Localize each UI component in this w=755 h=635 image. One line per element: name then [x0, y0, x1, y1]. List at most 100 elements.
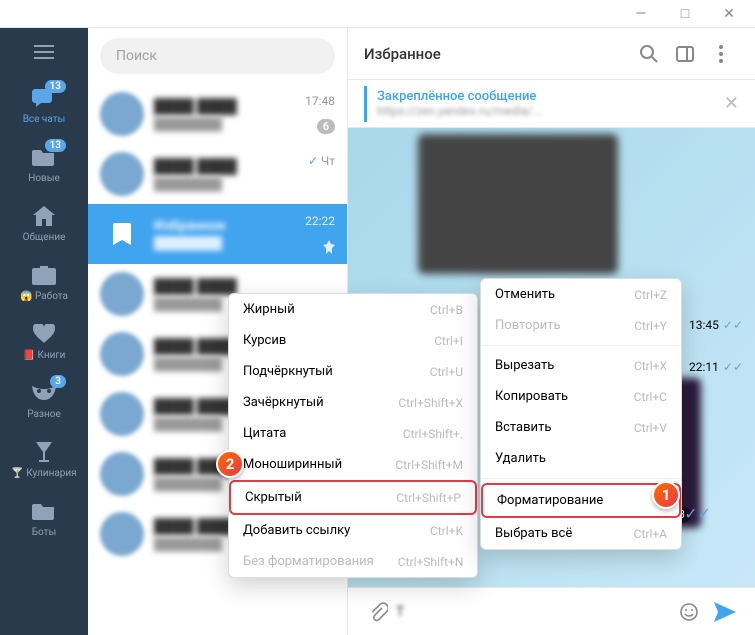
menu-item[interactable]: СкрытыйCtrl+Shift+P — [229, 480, 477, 515]
menu-item[interactable]: Форматирование› — [481, 483, 681, 518]
menu-shortcut: Ctrl+X — [634, 359, 667, 373]
nav-item-new[interactable]: Новые13 — [0, 135, 88, 194]
close-icon[interactable]: ✕ — [724, 93, 739, 114]
menu-item[interactable]: Подчёркнутый Ctrl+U — [229, 356, 477, 387]
format-context-menu: Жирный Ctrl+B Курсив Ctrl+I Подчёркнутый Ctrl… — [228, 293, 478, 578]
menu-label: Повторить — [495, 318, 561, 333]
menu-shortcut: Ctrl+Shift+X — [398, 396, 463, 410]
menu-item[interactable]: Выбрать всё Ctrl+A — [481, 518, 681, 549]
search-icon[interactable] — [631, 36, 667, 72]
nav-item-comm[interactable]: Общение — [0, 194, 88, 253]
nav-label: Разное — [27, 409, 61, 420]
home-icon — [30, 204, 58, 228]
more-icon[interactable] — [703, 36, 739, 72]
avatar — [100, 452, 144, 496]
menu-shortcut: Ctrl+I — [434, 334, 463, 348]
emoji-icon[interactable] — [671, 602, 707, 622]
nav-item-bots[interactable]: Боты — [0, 489, 88, 548]
menu-label: Удалить — [495, 451, 546, 466]
nav-item-misc[interactable]: Разное 3 — [0, 371, 88, 430]
avatar — [100, 392, 144, 436]
avatar — [100, 332, 144, 376]
nav-badge: 13 — [45, 80, 66, 93]
message-time: 13:45 — [689, 318, 719, 332]
main-context-menu: Отменить Ctrl+Z Повторить Ctrl+Y ВырезатьCtr… — [480, 278, 682, 550]
glass-icon — [30, 440, 58, 464]
menu-label: Зачёркнутый — [243, 395, 324, 410]
menu-shortcut: Ctrl+A — [634, 527, 667, 541]
menu-item[interactable]: МоноширинныйCtrl+Shift+M — [229, 449, 477, 480]
chat-preview: ████████ — [154, 117, 335, 131]
menu-shortcut: Ctrl+B — [430, 303, 463, 317]
chat-time: 17:48 — [305, 94, 335, 108]
send-button[interactable] — [707, 602, 743, 622]
menu-shortcut: Ctrl+Shift+N — [398, 555, 464, 569]
maximize-button[interactable]: □ — [663, 5, 707, 22]
menu-label: Подчёркнутый — [243, 364, 333, 379]
menu-item[interactable]: Добавить ссылкуCtrl+K — [229, 515, 477, 546]
heart-icon — [30, 322, 58, 346]
minimize-button[interactable]: — — [619, 6, 663, 22]
chat-item[interactable]: ████ ████████████✓ Чт — [88, 144, 347, 204]
read-checks-icon: ✓✓ — [723, 360, 743, 374]
pinned-message[interactable]: Закреплённое сообщение https://zen.yande… — [348, 80, 755, 128]
message-image[interactable] — [418, 134, 618, 274]
menu-item[interactable]: Зачёркнутый Ctrl+Shift+X — [229, 387, 477, 418]
menu-item[interactable]: Копировать Ctrl+C — [481, 381, 681, 412]
nav-label: Все чаты — [23, 114, 66, 125]
hamburger-menu[interactable] — [0, 28, 88, 76]
annotation-badge-2: 2 — [216, 450, 244, 478]
nav-badge: 13 — [45, 139, 66, 152]
nav-item-cook[interactable]: 🍸 Кулинария — [0, 430, 88, 489]
menu-item[interactable]: ВырезатьCtrl+X — [481, 350, 681, 381]
search-placeholder: Поиск — [116, 48, 157, 64]
nav-item-books[interactable]: 📕 Книги — [0, 312, 88, 371]
menu-label: Цитата — [243, 426, 286, 441]
menu-item[interactable]: Отменить Ctrl+Z — [481, 279, 681, 310]
menu-item: Повторить Ctrl+Y — [481, 310, 681, 341]
menu-label: Без форматирования — [243, 554, 374, 569]
nav-label: Общение — [23, 232, 66, 243]
menu-label: Форматирование — [497, 493, 603, 508]
search-input[interactable]: Поиск — [100, 38, 335, 74]
nav-label: 😱 Работа — [20, 291, 68, 302]
menu-shortcut: Ctrl+Z — [634, 288, 667, 302]
chat-item[interactable]: ████ ████████████17:486 — [88, 84, 347, 144]
avatar — [100, 152, 144, 196]
annotation-badge-1: 1 — [652, 481, 680, 509]
chat-title: Избранное — [364, 45, 631, 63]
chat-preview: ████████ — [154, 236, 335, 250]
close-button[interactable]: ✕ — [707, 6, 751, 22]
nav-badge: 3 — [50, 375, 66, 388]
menu-shortcut: Ctrl+Shift+M — [395, 458, 463, 472]
menu-label: Добавить ссылку — [243, 523, 350, 538]
menu-item[interactable]: ВставитьCtrl+V — [481, 412, 681, 443]
menu-shortcut: Ctrl+Y — [634, 319, 667, 333]
sidebar-nav: Все чаты13Новые13Общение😱 Работа📕 КнигиР… — [0, 28, 88, 635]
menu-label: Копировать — [495, 389, 568, 404]
menu-shortcut: Ctrl+U — [430, 365, 463, 379]
chat-time: ✓ Чт — [308, 154, 335, 168]
menu-label: Отменить — [495, 287, 555, 302]
menu-label: Выбрать всё — [495, 526, 572, 541]
unread-badge: 6 — [317, 119, 335, 134]
pinned-text: https://zen.yandex.ru/media/... — [377, 104, 724, 118]
message-input[interactable]: T — [396, 604, 671, 620]
menu-item[interactable]: Курсив Ctrl+I — [229, 325, 477, 356]
menu-shortcut: Ctrl+Shift+. — [403, 427, 463, 441]
avatar — [100, 92, 144, 136]
attach-icon[interactable] — [360, 602, 396, 622]
pin-icon — [323, 240, 335, 254]
folder-icon — [30, 499, 58, 523]
menu-label: Жирный — [243, 302, 295, 317]
menu-item[interactable]: Жирный Ctrl+B — [229, 294, 477, 325]
nav-item-all[interactable]: Все чаты 13 — [0, 76, 88, 135]
nav-item-work[interactable]: 😱 Работа — [0, 253, 88, 312]
menu-item[interactable]: Цитата Ctrl+Shift+. — [229, 418, 477, 449]
menu-shortcut: Ctrl+C — [634, 390, 667, 404]
menu-item[interactable]: Удалить — [481, 443, 681, 474]
sidebar-toggle-icon[interactable] — [667, 36, 703, 72]
menu-label: Курсив — [243, 333, 286, 348]
chat-item[interactable]: Избранное████████22:22 — [88, 204, 347, 264]
read-checks-icon: ✓✓ — [684, 504, 711, 523]
